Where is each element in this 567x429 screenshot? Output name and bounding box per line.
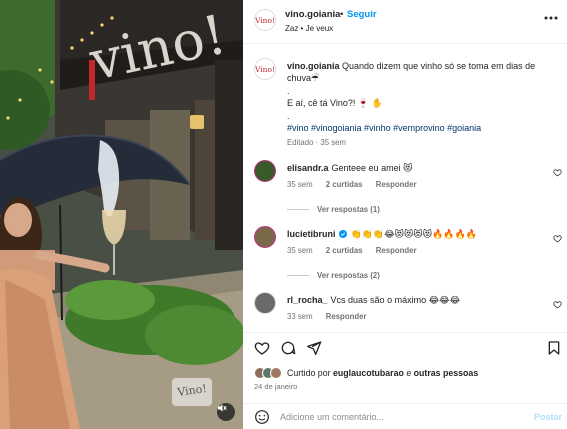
vino-logo-icon: Vino! [255,10,275,30]
comment-body: rl_rocha_ Vcs duas são o máximo 😂😂😂 [287,294,542,306]
follow-button[interactable]: Seguir [347,9,377,20]
comment-text: Vcs duas são o máximo 😂😂😂 [330,295,461,305]
emoji-icon[interactable] [254,409,270,425]
reply-button[interactable]: Responder [376,246,417,255]
comment-like-heart-icon[interactable] [553,234,562,243]
comment-like-heart-icon[interactable] [553,168,562,177]
svg-text:Vino!: Vino! [255,16,275,25]
vino-logo-icon: Vino! [255,59,275,79]
caption-line-4: . [287,111,290,121]
liker-avatar [270,367,282,379]
share-send-icon[interactable] [306,340,322,356]
comment-body: elisandr.a Genteee eu amei 😻 [287,162,542,174]
reply-button[interactable]: Responder [376,180,417,189]
view-replies-button[interactable]: Ver respostas (2) [287,271,380,280]
post-details-panel: Vino! vino.goiania • Seguir Zaz • Je veu… [243,0,567,429]
comment-text: 👏👏👏😂😻😻😻😻🔥🔥🔥🔥 [350,229,478,239]
post-comment-button[interactable]: Postar [534,412,562,422]
comment-username[interactable]: lucietibruni [287,229,336,239]
header-separator: • [340,9,344,20]
audio-track[interactable]: Zaz • Je veux [285,24,333,33]
post-media[interactable]: vino! Vino! [0,0,243,429]
caption-username[interactable]: vino.goiania [287,61,340,71]
comment-time: 35 sem [287,180,313,189]
comment-meta: 33 sem Responder [287,312,377,321]
comment-username[interactable]: elisandr.a [287,163,329,173]
commenter-avatar[interactable] [254,226,276,248]
comment-like-heart-icon[interactable] [553,300,562,309]
comment-time: 33 sem [287,312,313,321]
comment-meta: 35 sem 2 curtidas Responder [287,180,428,189]
like-heart-icon[interactable] [254,340,270,356]
liked-user[interactable]: euglaucotubarao [333,368,404,378]
post-date[interactable]: 24 de janeiro [254,382,297,391]
comment-meta: 35 sem 2 curtidas Responder [287,246,428,255]
author-username[interactable]: vino.goiania [285,9,340,20]
liked-by-text: Curtido por euglaucotubarao e outras pes… [287,368,478,378]
verified-badge-icon [338,230,347,238]
author-avatar[interactable]: Vino! [254,9,276,31]
more-options-button[interactable] [544,13,558,23]
view-replies-button[interactable]: Ver respostas (1) [287,205,380,214]
commenter-avatar[interactable] [254,292,276,314]
caption-meta: Editado · 35 sem [287,138,346,147]
more-horizontal-icon [544,16,558,20]
comment-text: Genteee eu amei 😻 [331,163,413,173]
caption-line-2: . [287,86,290,96]
comment-likes[interactable]: 2 curtidas [326,180,363,189]
comment-username[interactable]: rl_rocha_ [287,295,328,305]
comment-input[interactable] [280,408,520,426]
reply-button[interactable]: Responder [326,312,367,321]
caption-hashtags[interactable]: #vino #vinogoiania #vinho #vemprovino #g… [287,122,552,134]
save-bookmark-icon[interactable] [546,340,562,356]
comment-likes[interactable]: 2 curtidas [326,246,363,255]
liked-by-row: Curtido por euglaucotubarao e outras pes… [254,366,478,380]
comment-body: lucietibruni 👏👏👏😂😻😻😻😻🔥🔥🔥🔥 [287,228,542,240]
caption-line-3: E aí, cê tá Vino?! 🍷 ✋ [287,98,383,108]
comment-time: 35 sem [287,246,313,255]
speaker-muted-icon [218,404,227,412]
liked-others[interactable]: outras pessoas [414,368,479,378]
caption-text: vino.goiania Quando dizem que vinho só s… [287,60,552,149]
liked-prefix: Curtido por [287,368,331,378]
svg-text:Vino!: Vino! [255,65,275,74]
commenter-avatar[interactable] [254,160,276,182]
caption-avatar[interactable]: Vino! [254,58,276,80]
media-illustration: vino! Vino! [0,0,243,429]
mute-button[interactable] [217,403,235,421]
post-header: Vino! vino.goiania • Seguir Zaz • Je veu… [243,0,567,44]
comment-bubble-icon[interactable] [280,340,296,356]
add-comment-bar: Postar [243,403,567,429]
liked-joiner: e [406,368,412,378]
